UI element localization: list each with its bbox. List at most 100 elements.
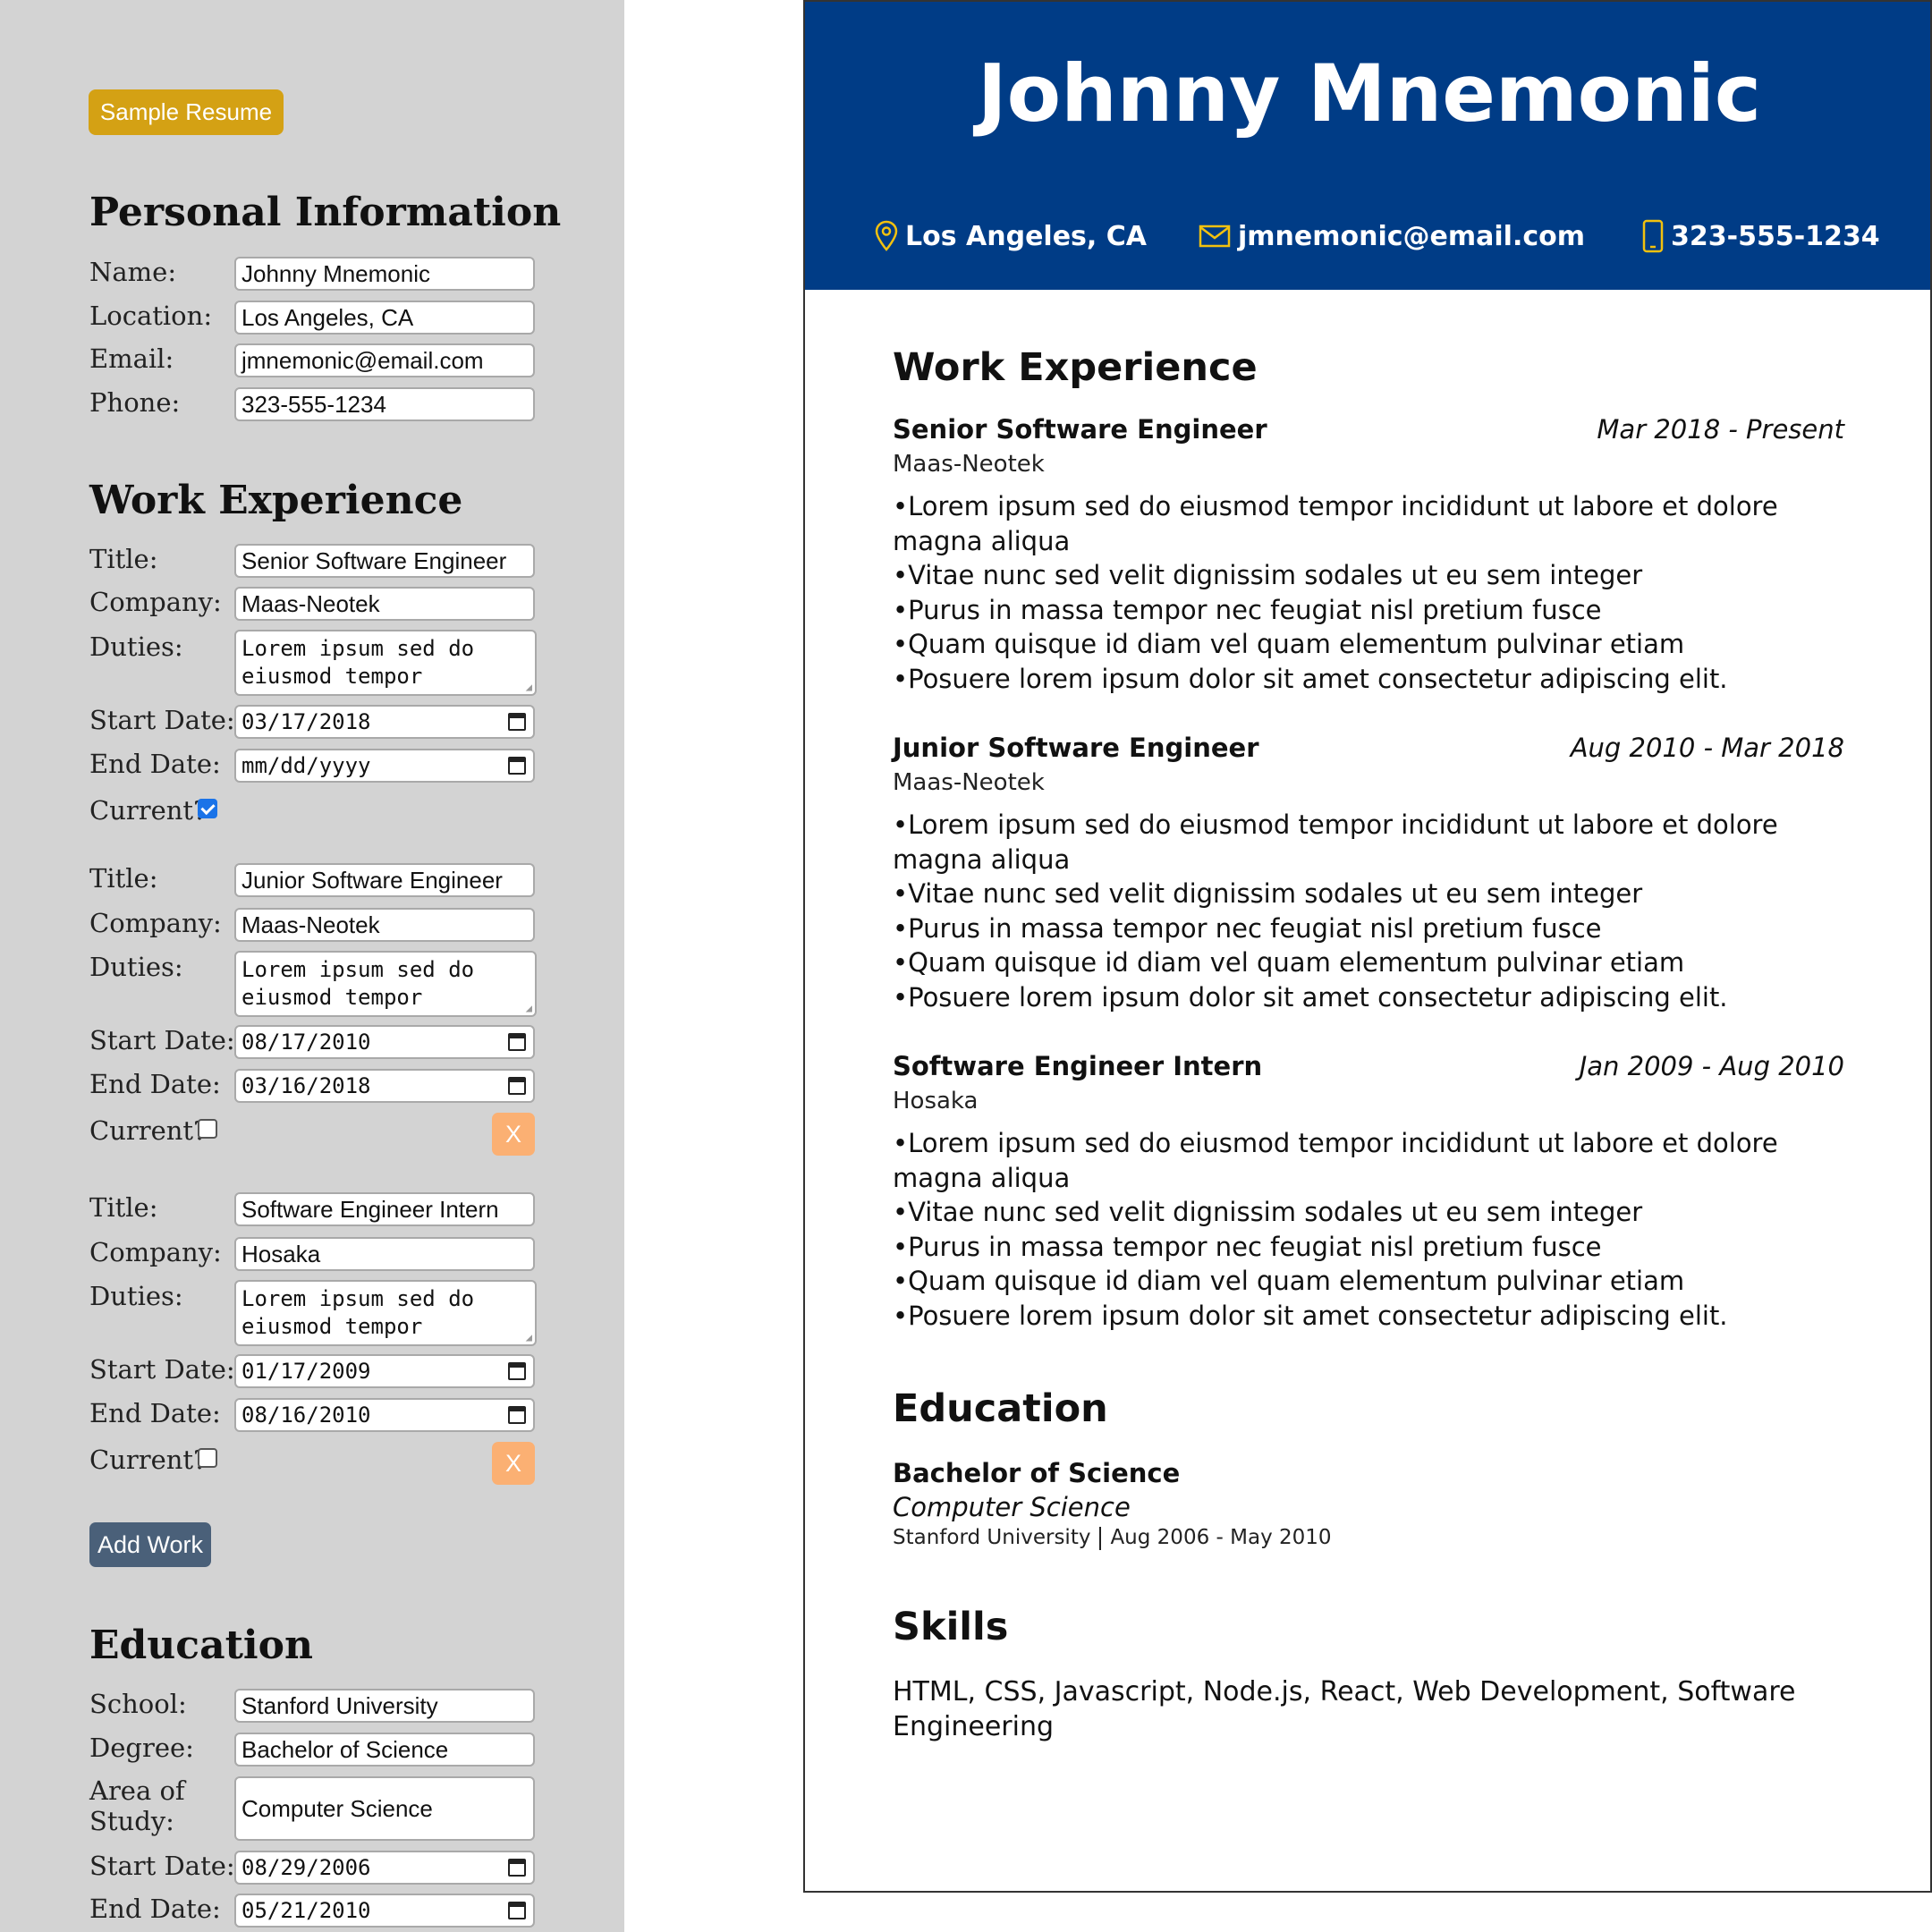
duty-item: Quam quisque id diam vel quam elementum … [893,945,1787,980]
calendar-icon[interactable] [508,1033,526,1051]
start-date-label: Start Date: [89,705,235,735]
resize-grip-icon[interactable]: ◢ [526,1332,532,1343]
name-input[interactable]: Johnny Mnemonic [234,257,535,291]
location-input[interactable]: Los Angeles, CA [234,301,535,335]
calendar-icon[interactable] [508,1362,526,1380]
end-date-input[interactable]: 08/16/2010 [234,1398,535,1432]
area-of-study-input[interactable]: Computer Science [234,1776,535,1841]
company-label: Company: [89,908,222,938]
start-date-input[interactable]: 01/17/2009 [234,1354,535,1388]
duty-item: Quam quisque id diam vel quam elementum … [893,627,1787,662]
job-duties-list: Lorem ipsum sed do eiusmod tempor incidi… [893,1126,1787,1334]
resize-grip-icon[interactable]: ◢ [526,1003,532,1013]
work-experience-heading: Work Experience [89,478,463,523]
remove-work-button[interactable]: X [492,1113,535,1156]
education-heading: Education [89,1623,313,1668]
calendar-icon[interactable] [508,1902,526,1919]
duty-item: Posuere lorem ipsum dolor sit amet conse… [893,1299,1787,1334]
duty-item: Lorem ipsum sed do eiusmod tempor incidi… [893,808,1787,877]
edu-end-date-input[interactable]: 05/21/2010 [234,1894,535,1928]
school-input[interactable]: Stanford University [234,1689,535,1723]
area-of-study-label: Area of [89,1775,185,1806]
envelope-icon [1199,225,1231,248]
phone-input[interactable]: 323-555-1234 [234,387,535,421]
duty-item: Posuere lorem ipsum dolor sit amet conse… [893,980,1787,1015]
duties-label: Duties: [89,1281,183,1311]
smartphone-icon [1642,219,1664,253]
education-degree: Bachelor of Science [893,1458,1181,1488]
calendar-icon[interactable] [508,1077,526,1095]
duties-textarea[interactable]: Lorem ipsum sed do eiusmod tempor ◢ [234,951,537,1017]
education-meta: Stanford University Aug 2006 - May 2010 [893,1526,1332,1550]
resume-work-heading: Work Experience [893,345,1258,390]
remove-work-button[interactable]: X [492,1442,535,1485]
end-date-value: 08/16/2010 [242,1402,371,1428]
end-date-label: End Date: [89,1398,221,1428]
calendar-icon[interactable] [508,757,526,775]
current-checkbox[interactable] [198,1119,217,1139]
duties-text: Lorem ipsum sed do eiusmod tempor [242,1286,475,1339]
duty-item: Lorem ipsum sed do eiusmod tempor incidi… [893,1126,1787,1195]
end-date-value: 05/21/2010 [242,1898,371,1923]
title-label: Title: [89,544,158,574]
contact-email: jmnemonic@email.com [1199,216,1585,256]
resize-grip-icon[interactable]: ◢ [526,682,532,692]
divider [1099,1526,1102,1550]
location-text: Los Angeles, CA [905,220,1147,252]
job-duties-list: Lorem ipsum sed do eiusmod tempor incidi… [893,489,1787,697]
contact-phone: 323-555-1234 [1642,216,1880,256]
resume-editor-panel: Sample Resume Personal Information Name:… [0,0,624,1932]
job-company: Hosaka [893,1088,979,1114]
email-input[interactable]: jmnemonic@email.com [234,343,535,377]
calendar-icon[interactable] [508,1859,526,1877]
add-work-button[interactable]: Add Work [89,1522,211,1567]
duty-item: Purus in massa tempor nec feugiat nisl p… [893,911,1787,946]
email-text: jmnemonic@email.com [1238,220,1586,252]
calendar-icon[interactable] [508,713,526,731]
start-date-label: Start Date: [89,1851,235,1881]
company-input[interactable]: Hosaka [234,1237,535,1271]
duty-item: Vitae nunc sed velit dignissim sodales u… [893,1195,1787,1230]
map-pin-icon [875,220,898,251]
end-date-value: 03/16/2018 [242,1073,371,1098]
job-dates: Mar 2018 - Present [1597,414,1844,445]
duties-label: Duties: [89,631,183,662]
current-checkbox[interactable] [198,1448,217,1468]
job-title-input[interactable]: Senior Software Engineer [234,544,535,578]
job-dates: Jan 2009 - Aug 2010 [1579,1051,1844,1081]
end-date-label: End Date: [89,749,221,779]
duties-text: Lorem ipsum sed do eiusmod tempor [242,957,475,1010]
title-label: Title: [89,1192,158,1223]
degree-input[interactable]: Bachelor of Science [234,1733,535,1767]
resume-skills-heading: Skills [893,1605,1009,1649]
start-date-value: 01/17/2009 [242,1359,371,1384]
end-date-label: End Date: [89,1069,221,1099]
end-date-value: mm/dd/yyyy [242,753,371,778]
start-date-value: 03/17/2018 [242,709,371,734]
company-input[interactable]: Maas-Neotek [234,587,535,621]
sample-resume-button[interactable]: Sample Resume [89,89,284,135]
duty-item: Lorem ipsum sed do eiusmod tempor incidi… [893,489,1787,558]
job-company: Maas-Neotek [893,451,1045,478]
calendar-icon[interactable] [508,1406,526,1424]
job-title-input[interactable]: Software Engineer Intern [234,1192,535,1226]
end-date-input[interactable]: mm/dd/yyyy [234,749,535,783]
duty-item: Vitae nunc sed velit dignissim sodales u… [893,877,1787,911]
skills-text: HTML, CSS, Javascript, Node.js, React, W… [893,1676,1796,1742]
current-checkbox[interactable] [198,799,217,818]
edu-start-date-input[interactable]: 08/29/2006 [234,1851,535,1885]
duty-item: Purus in massa tempor nec feugiat nisl p… [893,1230,1787,1265]
location-label: Location: [89,301,213,331]
resume-header: Johnny Mnemonic Los Angeles, CA jmnemoni… [805,2,1930,290]
area-of-study-label-line2: Study: [89,1806,174,1836]
start-date-input[interactable]: 03/17/2018 [234,705,535,739]
start-date-input[interactable]: 08/17/2010 [234,1025,535,1059]
end-date-input[interactable]: 03/16/2018 [234,1069,535,1103]
duties-textarea[interactable]: Lorem ipsum sed do eiusmod tempor ◢ [234,1280,537,1346]
company-input[interactable]: Maas-Neotek [234,908,535,942]
job-duties-list: Lorem ipsum sed do eiusmod tempor incidi… [893,808,1787,1015]
duties-textarea[interactable]: Lorem ipsum sed do eiusmod tempor ◢ [234,630,537,696]
job-title-input[interactable]: Junior Software Engineer [234,863,535,897]
job-title: Software Engineer Intern [893,1051,1263,1081]
name-label: Name: [89,257,177,287]
